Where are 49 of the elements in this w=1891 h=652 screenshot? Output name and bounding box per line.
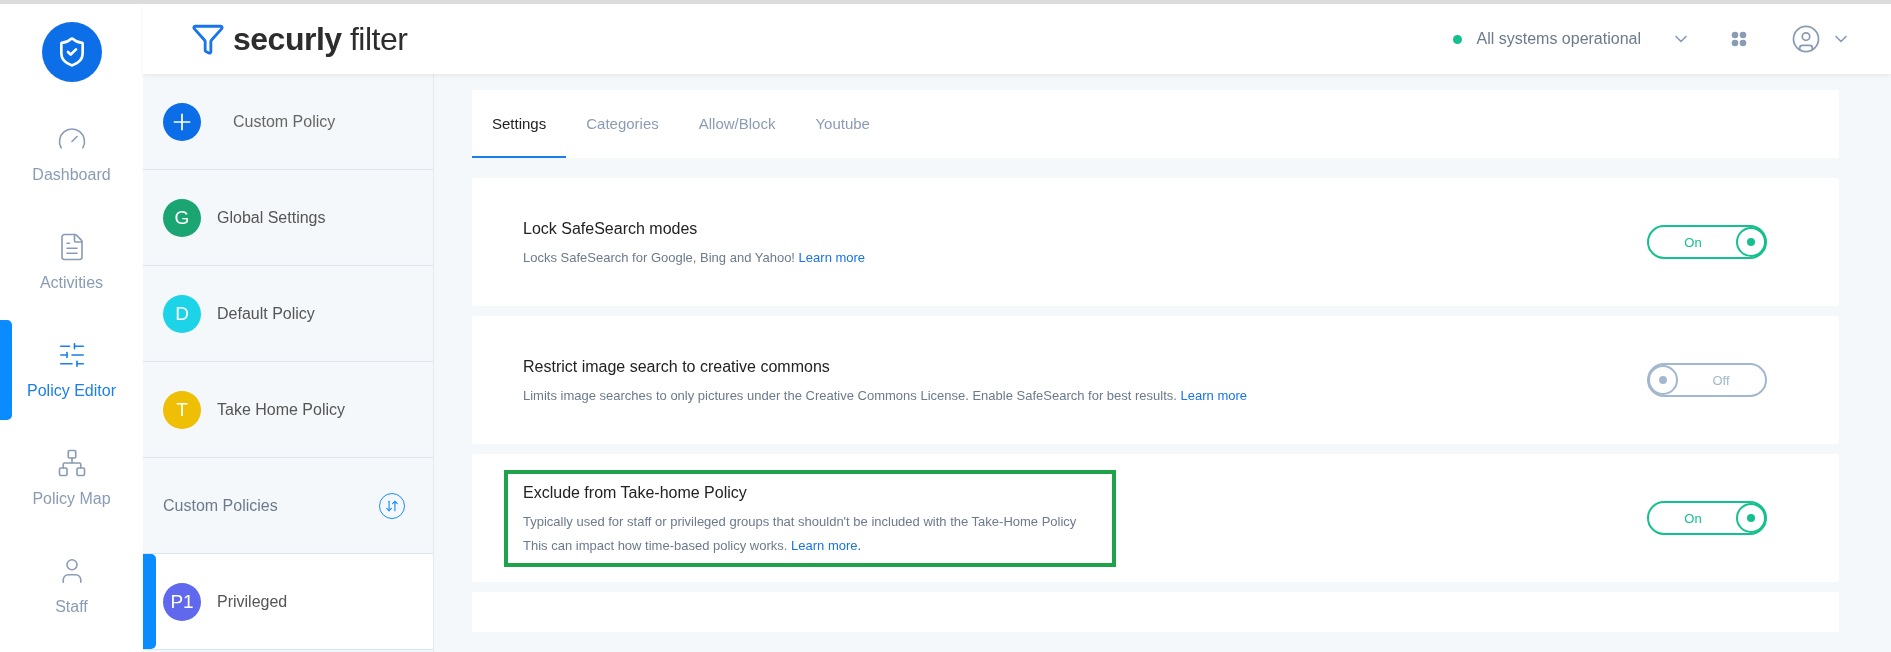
setting-description: Locks SafeSearch for Google, Bing and Yahoo! Learn more (523, 249, 866, 265)
policy-label: Privileged (217, 592, 288, 611)
policy-label: Default Policy (217, 304, 315, 323)
setting-title: Exclude from Take-home Policy (523, 483, 748, 502)
funnel-logo-icon (191, 22, 225, 56)
user-avatar-icon[interactable] (1791, 24, 1821, 54)
tab[interactable]: Youtube (795, 90, 890, 158)
toggle-switch[interactable]: On (1647, 501, 1767, 535)
nav-item[interactable]: Policy Editor (0, 316, 143, 424)
tab[interactable]: Allow/Block (678, 90, 796, 158)
nav-label: Policy Map (32, 490, 111, 508)
nav-item[interactable]: Activities (0, 208, 143, 316)
setting-title: Restrict image search to creative commons (523, 357, 831, 376)
nav-label: Dashboard (32, 166, 111, 184)
nav-label: Activities (39, 274, 104, 292)
nav-item[interactable]: Staff (0, 532, 143, 640)
setting-description: Limits image searches to only pictures under the Creative Commons License. Enable SafeSearch for best results. Learn more (523, 387, 1248, 403)
policy-badge: T (163, 390, 201, 429)
nav-item[interactable]: Dashboard (0, 100, 143, 208)
section-label: Custom Policies (163, 496, 279, 515)
policy-item[interactable]: T Take Home Policy (143, 362, 433, 458)
learn-more-link[interactable]: Learn more. (791, 537, 862, 553)
add-policy-item[interactable]: Custom Policy (143, 74, 433, 170)
tab[interactable]: Categories (566, 90, 679, 158)
apps-icon[interactable] (1731, 31, 1747, 47)
hierarchy-icon (56, 448, 87, 478)
learn-more-link[interactable]: Learn more (1180, 387, 1248, 403)
plus-icon (163, 102, 201, 141)
toggle-switch[interactable]: On (1647, 225, 1767, 259)
setting-description: Typically used for staff or privileged groups that shouldn't be included with the Take-Home Policy (523, 513, 1077, 529)
policy-item[interactable]: P1 Privileged (143, 554, 433, 650)
policy-badge: D (163, 294, 201, 333)
policy-label: Take Home Policy (217, 400, 346, 419)
add-policy-label: Custom Policy (233, 112, 336, 131)
policy-badge: G (163, 198, 201, 237)
tab[interactable]: Settings (472, 90, 567, 158)
policy-label: Global Settings (217, 208, 326, 227)
toggle-switch[interactable]: Off (1647, 363, 1767, 397)
policy-item[interactable]: D Default Policy (143, 266, 433, 362)
status-text: All systems operational (1476, 30, 1641, 48)
nav-item[interactable]: Policy Map (0, 424, 143, 532)
policy-item[interactable]: G Global Settings (143, 170, 433, 266)
learn-more-link[interactable]: Learn more (798, 249, 866, 265)
setting-title: Lock SafeSearch modes (523, 219, 699, 238)
brand-name: securly filter (233, 20, 408, 58)
policy-badge: P1 (163, 582, 201, 621)
nav-label: Policy Editor (27, 382, 116, 400)
setting-description: This can impact how time-based policy works. Learn more. (523, 537, 863, 553)
nav-label: Staff (55, 598, 88, 616)
